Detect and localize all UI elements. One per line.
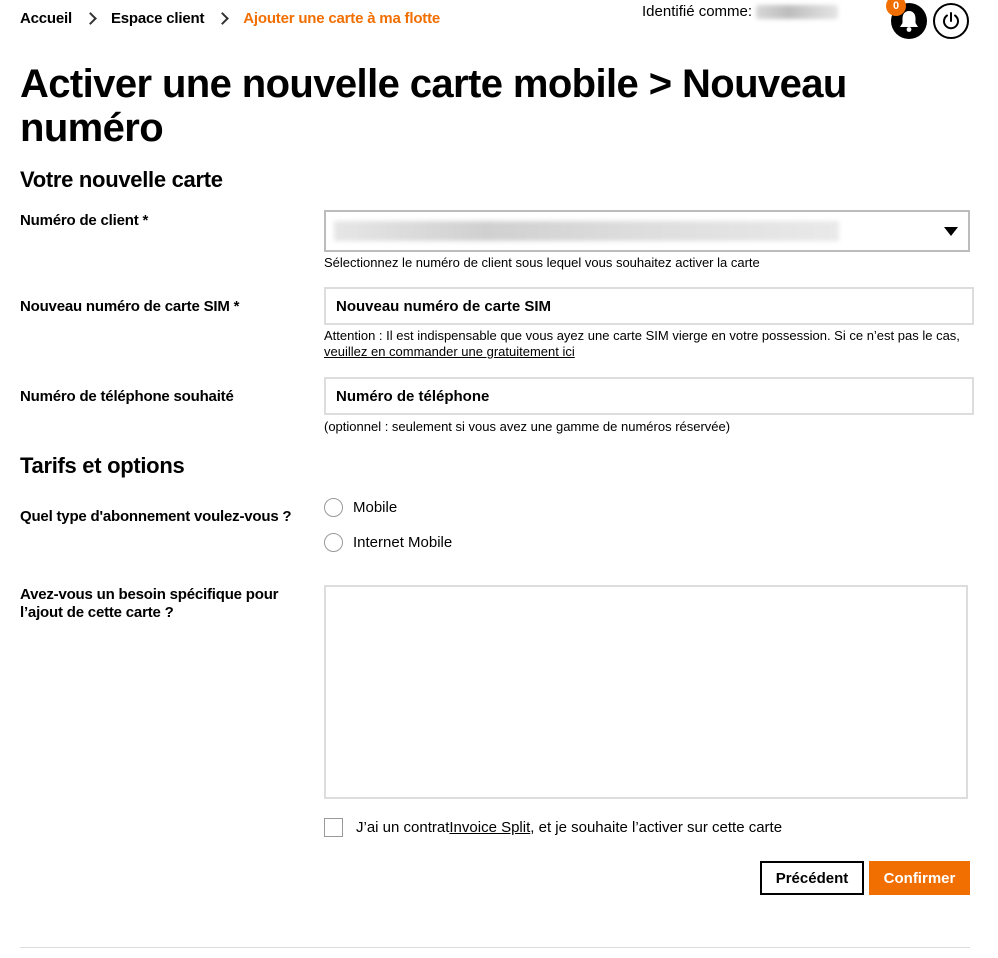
identity-label: Identifié comme: (642, 3, 753, 20)
section-title-card: Votre nouvelle carte (20, 167, 223, 192)
page-title: Activer une nouvelle carte mobile > Nouv… (20, 62, 847, 150)
radio-internet-mobile-label: Internet Mobile (353, 534, 453, 551)
breadcrumb-current: Ajouter une carte à ma flotte (243, 10, 441, 27)
identity-value-redacted (756, 4, 839, 19)
sim-help: Attention : Il est indispensable que vou… (324, 328, 974, 360)
subscription-type-label: Quel type d'abonnement voulez-vous ? (20, 508, 292, 525)
client-number-label: Numéro de client * (20, 212, 149, 229)
sim-number-label: Nouveau numéro de carte SIM * (20, 298, 240, 315)
phone-number-placeholder: Numéro de téléphone (336, 387, 490, 405)
previous-button[interactable]: Précédent (760, 861, 864, 895)
specific-need-textarea[interactable] (324, 585, 968, 799)
radio-internet-mobile[interactable]: Internet Mobile (324, 533, 452, 552)
user-identity: Identifié comme: (642, 3, 839, 20)
sim-number-input[interactable]: Nouveau numéro de carte SIM (324, 287, 974, 325)
sim-number-placeholder: Nouveau numéro de carte SIM (336, 297, 552, 315)
invoice-split-text-prefix: J’ai un contrat (356, 819, 450, 836)
section-title-tariffs: Tarifs et options (20, 453, 185, 478)
radio-circle[interactable] (324, 533, 343, 552)
invoice-split-link[interactable]: Invoice Split (449, 819, 530, 836)
client-number-value-redacted (334, 221, 839, 241)
order-sim-link[interactable]: veuillez en commander une gratuitement i… (324, 344, 575, 359)
invoice-split-text-suffix: , et je souhaite l’activer sur cette car… (530, 819, 783, 836)
caret-down-icon (944, 227, 958, 236)
power-icon (943, 12, 959, 30)
client-number-help: Sélectionnez le numéro de client sous le… (324, 255, 760, 270)
invoice-split-checkbox[interactable] (324, 818, 343, 837)
chevron-right-icon (84, 12, 97, 25)
logout-button[interactable] (933, 3, 969, 39)
client-number-select[interactable] (324, 210, 970, 252)
phone-number-input[interactable]: Numéro de téléphone (324, 377, 974, 415)
phone-help: (optionnel : seulement si vous avez une … (324, 419, 731, 434)
sim-help-text: Attention : Il est indispensable que vou… (324, 328, 960, 343)
specific-need-label: Avez-vous un besoin spécifique pour l’aj… (20, 586, 279, 621)
footer-divider (20, 947, 970, 948)
radio-circle[interactable] (324, 498, 343, 517)
breadcrumb-home[interactable]: Accueil (20, 10, 72, 27)
invoice-split-checkbox-row[interactable]: J’ai un contrat Invoice Split, et je sou… (324, 818, 782, 837)
radio-mobile[interactable]: Mobile (324, 498, 397, 517)
radio-mobile-label: Mobile (353, 499, 398, 516)
confirm-button[interactable]: Confirmer (869, 861, 970, 895)
breadcrumb: Accueil Espace client Ajouter une carte … (20, 10, 440, 27)
breadcrumb-client-space[interactable]: Espace client (111, 10, 204, 27)
phone-number-label: Numéro de téléphone souhaité (20, 388, 234, 405)
chevron-right-icon (216, 12, 230, 25)
